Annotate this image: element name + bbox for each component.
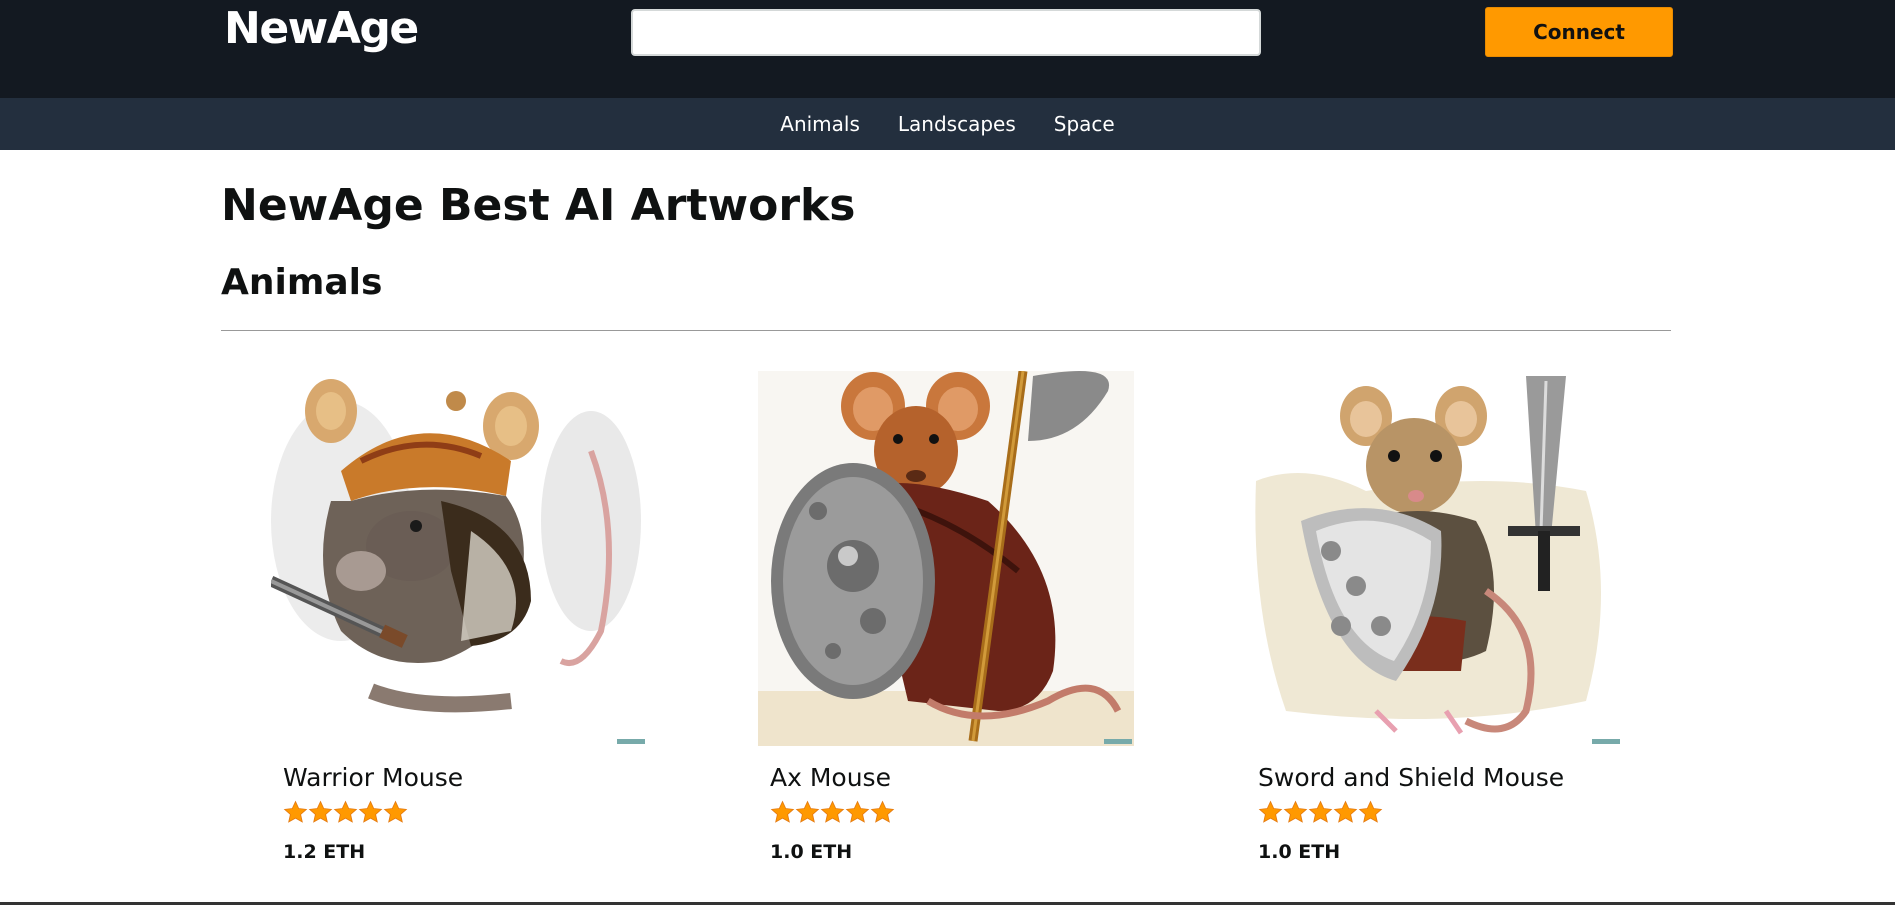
nav-item-landscapes[interactable]: Landscapes (879, 112, 1035, 136)
product-name[interactable]: Ax Mouse (770, 763, 891, 792)
search-input[interactable] (631, 9, 1261, 56)
product-card-warrior-mouse[interactable]: Warrior Mouse 1.2 ETH (271, 371, 647, 863)
warrior-mouse-image[interactable] (271, 371, 647, 746)
product-price: 1.2 ETH (283, 841, 366, 863)
logo[interactable]: NewAge (224, 2, 419, 56)
top-bar: NewAge Connect (0, 0, 1895, 98)
star-rating (770, 800, 895, 825)
section-divider (221, 330, 1671, 331)
nav-item-space[interactable]: Space (1035, 112, 1134, 136)
star-icon (1283, 800, 1308, 823)
star-icon (1308, 800, 1333, 823)
star-icon (1333, 800, 1358, 823)
product-name[interactable]: Warrior Mouse (283, 763, 463, 792)
star-icon (358, 800, 383, 823)
star-icon (308, 800, 333, 823)
product-card-sword-shield-mouse[interactable]: Sword and Shield Mouse 1.0 ETH (1246, 371, 1622, 863)
star-icon (795, 800, 820, 823)
ax-mouse-image[interactable] (758, 371, 1134, 746)
product-price: 1.0 ETH (1258, 841, 1341, 863)
star-icon (333, 800, 358, 823)
star-icon (383, 800, 408, 823)
nav-item-animals[interactable]: Animals (761, 112, 879, 136)
star-icon (283, 800, 308, 823)
connect-button[interactable]: Connect (1485, 7, 1673, 57)
star-icon (845, 800, 870, 823)
section-title: Animals (221, 262, 383, 303)
star-icon (1358, 800, 1383, 823)
star-icon (820, 800, 845, 823)
page-title: NewAge Best AI Artworks (221, 180, 856, 231)
product-name[interactable]: Sword and Shield Mouse (1258, 763, 1564, 792)
star-icon (870, 800, 895, 823)
product-price: 1.0 ETH (770, 841, 853, 863)
star-rating (283, 800, 408, 825)
product-card-ax-mouse[interactable]: Ax Mouse 1.0 ETH (758, 371, 1134, 863)
star-icon (770, 800, 795, 823)
category-nav: Animals Landscapes Space (0, 98, 1895, 150)
star-rating (1258, 800, 1383, 825)
sword-shield-mouse-image[interactable] (1246, 371, 1622, 746)
star-icon (1258, 800, 1283, 823)
